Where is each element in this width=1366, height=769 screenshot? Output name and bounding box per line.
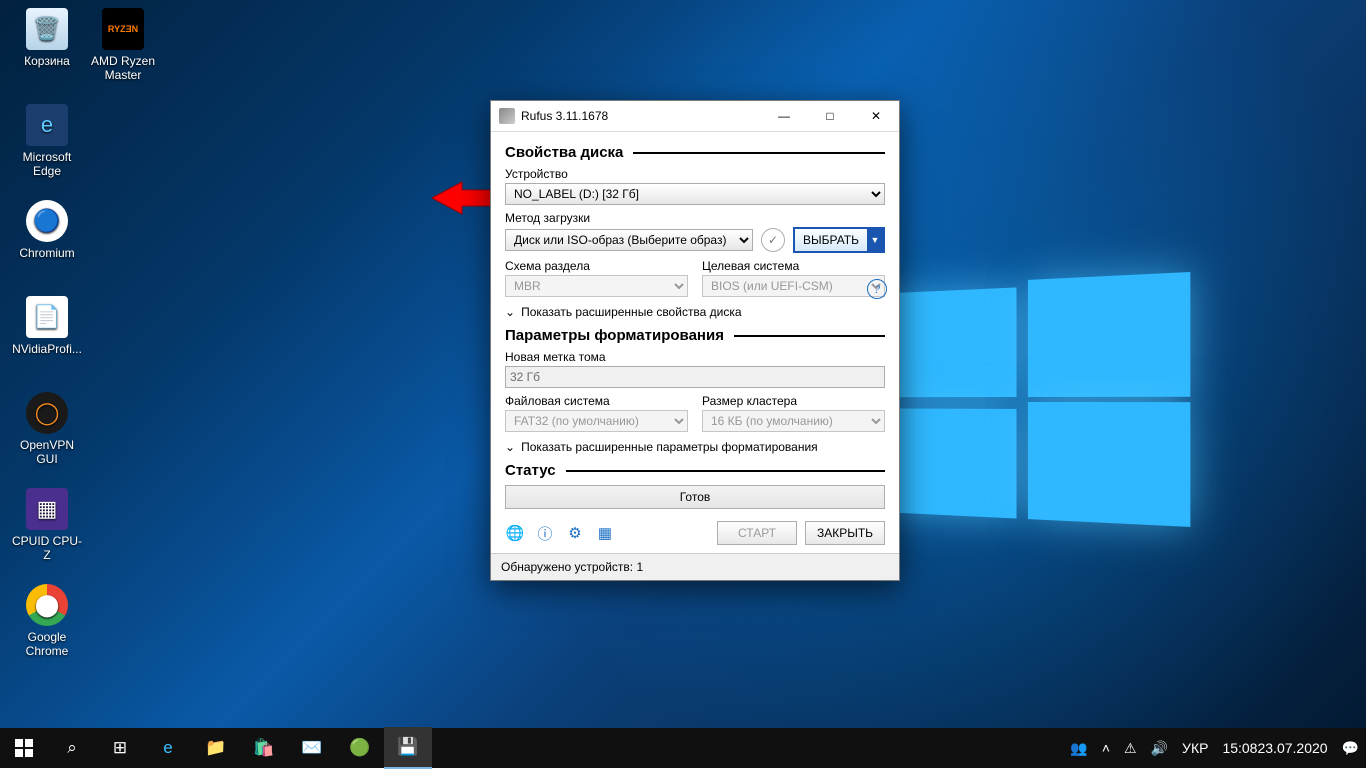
log-icon[interactable]: ▦ (595, 523, 615, 543)
taskbar-mail[interactable]: ✉️ (288, 728, 336, 768)
start-button[interactable]: СТАРТ (717, 521, 797, 545)
filesystem-label: Файловая система (505, 394, 688, 408)
desktop-icon-cpuz[interactable]: ▦CPUID CPU-Z (10, 488, 84, 562)
icon-label: OpenVPN GUI (20, 438, 74, 466)
desktop-icon-ryzen[interactable]: RYZƎNAMD Ryzen Master (86, 8, 160, 82)
desktop[interactable]: 🗑️Корзина eMicrosoft Edge 🔵Chromium 📄NVi… (0, 0, 1366, 728)
desktop-icon-chromium[interactable]: 🔵Chromium (10, 200, 84, 260)
taskbar-chrome[interactable]: 🟢 (336, 728, 384, 768)
window-title: Rufus 3.11.1678 (521, 109, 761, 123)
taskbar-rufus[interactable]: 💾 (384, 727, 432, 769)
minimize-button[interactable]: ― (761, 101, 807, 131)
desktop-icon-chrome[interactable]: ⬤Google Chrome (10, 584, 84, 658)
app-icon (499, 108, 515, 124)
tray-network-icon[interactable]: ⚠ (1117, 728, 1144, 768)
cluster-size-select[interactable]: 16 КБ (по умолчанию) (702, 410, 885, 432)
boot-method-label: Метод загрузки (505, 211, 885, 225)
info-icon[interactable]: ⓘ (535, 523, 555, 543)
chevron-down-icon: ⌄ (505, 440, 515, 454)
tray-chevron-up-icon[interactable]: ˄ (1095, 728, 1117, 768)
rufus-window: Rufus 3.11.1678 ― □ ✕ Свойства диска Уст… (490, 100, 900, 581)
tray-clock[interactable]: 15:0823.07.2020 (1215, 728, 1334, 768)
window-footer: Обнаружено устройств: 1 (491, 553, 899, 580)
tray-volume-icon[interactable]: 🔊 (1144, 728, 1175, 768)
section-disk-properties: Свойства диска (505, 144, 885, 161)
search-icon[interactable]: ⌕ (48, 728, 96, 768)
taskbar-explorer[interactable]: 📁 (192, 728, 240, 768)
titlebar[interactable]: Rufus 3.11.1678 ― □ ✕ (491, 101, 899, 132)
desktop-icon-nvidia[interactable]: 📄NVidiaProfi... (10, 296, 84, 356)
volume-label-label: Новая метка тома (505, 350, 885, 364)
icon-label: AMD Ryzen Master (91, 54, 155, 82)
annotation-arrow (432, 180, 498, 216)
maximize-button[interactable]: □ (807, 101, 853, 131)
filesystem-select[interactable]: FAT32 (по умолчанию) (505, 410, 688, 432)
chevron-down-icon: ⌄ (505, 305, 515, 319)
section-format-options: Параметры форматирования (505, 327, 885, 344)
help-icon[interactable]: ? (867, 279, 887, 299)
select-btn-label: ВЫБРАТЬ (795, 233, 867, 247)
target-system-select[interactable]: BIOS (или UEFI-CSM) (702, 275, 885, 297)
section-status: Статус (505, 462, 885, 479)
taskbar-edge[interactable]: e (144, 728, 192, 768)
close-app-button[interactable]: ЗАКРЫТЬ (805, 521, 885, 545)
taskbar-store[interactable]: 🛍️ (240, 728, 288, 768)
expand-disk-properties[interactable]: ⌄Показать расширенные свойства диска (505, 305, 885, 319)
icon-label: Chromium (19, 246, 74, 260)
partition-scheme-label: Схема раздела (505, 259, 688, 273)
select-image-button[interactable]: ВЫБРАТЬ ▼ (793, 227, 885, 253)
close-button[interactable]: ✕ (853, 101, 899, 131)
taskbar[interactable]: ⌕ ⊞ e 📁 🛍️ ✉️ 🟢 💾 👥 ˄ ⚠ 🔊 УКР 15:0823.07… (0, 728, 1366, 768)
tray-language[interactable]: УКР (1175, 728, 1215, 768)
target-system-label: Целевая система (702, 259, 885, 273)
partition-scheme-select[interactable]: MBR (505, 275, 688, 297)
device-select[interactable]: NO_LABEL (D:) [32 Гб] (505, 183, 885, 205)
settings-icon[interactable]: ⚙ (565, 523, 585, 543)
chevron-down-icon[interactable]: ▼ (867, 229, 883, 251)
device-label: Устройство (505, 167, 885, 181)
icon-label: Корзина (24, 54, 70, 68)
desktop-icon-recycle-bin[interactable]: 🗑️Корзина (10, 8, 84, 68)
language-icon[interactable]: 🌐 (505, 523, 525, 543)
icon-label: CPUID CPU-Z (12, 534, 82, 562)
start-button[interactable] (0, 728, 48, 768)
cluster-size-label: Размер кластера (702, 394, 885, 408)
icon-label: Google Chrome (26, 630, 69, 658)
icon-label: NVidiaProfi... (12, 342, 82, 356)
desktop-icon-edge[interactable]: eMicrosoft Edge (10, 104, 84, 178)
tray-notifications-icon[interactable]: 💬 (1335, 728, 1366, 768)
boot-method-select[interactable]: Диск или ISO-образ (Выберите образ) (505, 229, 753, 251)
icon-label: Microsoft Edge (23, 150, 72, 178)
verify-icon[interactable]: ✓ (761, 228, 785, 252)
task-view-icon[interactable]: ⊞ (96, 728, 144, 768)
status-bar: Готов (505, 485, 885, 509)
tray-people-icon[interactable]: 👥 (1063, 728, 1094, 768)
desktop-icon-openvpn[interactable]: ◯OpenVPN GUI (10, 392, 84, 466)
volume-label-input[interactable] (505, 366, 885, 388)
windows-logo-wallpaper (883, 272, 1189, 528)
system-tray: 👥 ˄ ⚠ 🔊 УКР 15:0823.07.2020 💬 (1063, 728, 1366, 768)
expand-format-options[interactable]: ⌄Показать расширенные параметры форматир… (505, 440, 885, 454)
